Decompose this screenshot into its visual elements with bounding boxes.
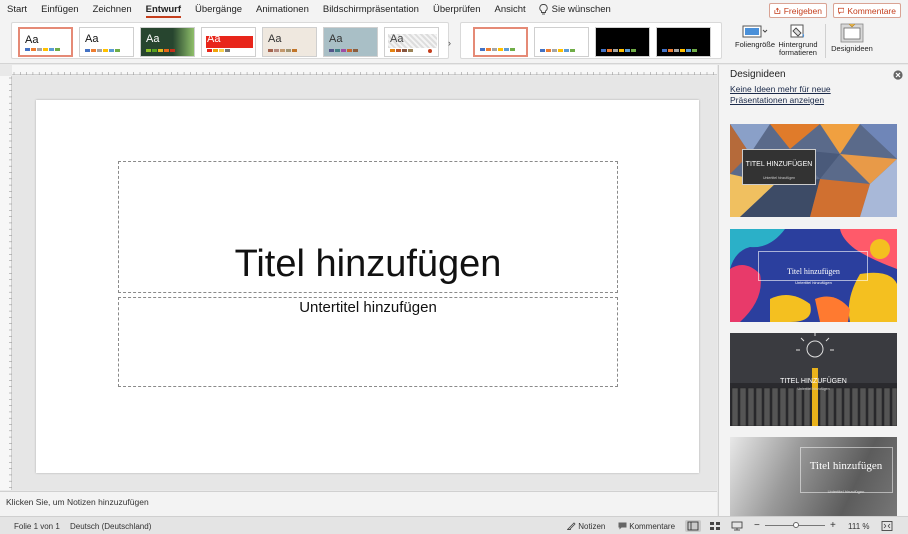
comment-icon — [618, 522, 627, 530]
fit-to-window-button[interactable] — [879, 520, 895, 532]
design-idea-1[interactable]: TITEL HINZUFÜGEN Untertitel hinzufügen — [730, 124, 897, 217]
zoom-in-button[interactable]: + — [830, 520, 836, 531]
design-idea-3[interactable]: TITEL HINZUFÜGEN Untertitel hinzufügen — [730, 333, 897, 426]
normal-view-icon — [687, 521, 699, 531]
variant-gallery — [460, 22, 722, 59]
slide-counter: Folie 1 von 1 — [14, 522, 60, 531]
variant-3[interactable] — [595, 27, 650, 57]
lightbulb-icon — [539, 4, 548, 15]
title-placeholder[interactable]: Titel hinzufügen — [118, 161, 618, 293]
variant-1[interactable] — [473, 27, 528, 57]
language-indicator[interactable]: Deutsch (Deutschland) — [70, 522, 151, 531]
zoom-slider-thumb[interactable] — [793, 522, 799, 528]
design-ideas-icon — [840, 23, 864, 43]
fit-window-icon — [881, 521, 893, 531]
tab-entwurf[interactable]: Entwurf — [139, 0, 188, 19]
theme-ion[interactable]: Aa — [262, 27, 317, 57]
design-idea-2[interactable]: Titel hinzufügen Untertitel hinzufügen — [730, 229, 897, 322]
idea-3-title: TITEL HINZUFÜGEN — [780, 378, 847, 385]
ribbon-design: Aa Aa Aa Aa Aa Aa Aa › Foliengröße Hinte… — [0, 19, 908, 64]
gallery-next-icon[interactable]: › — [448, 38, 451, 48]
slide-sorter-icon — [710, 522, 720, 530]
idea-4-title: Titel hinzufügen — [809, 460, 883, 472]
tab-ueberpruefen[interactable]: Überprüfen — [426, 0, 488, 19]
subtitle-placeholder[interactable]: Untertitel hinzufügen — [118, 297, 618, 387]
reading-view-button[interactable] — [729, 520, 745, 532]
tab-einfuegen[interactable]: Einfügen — [34, 0, 86, 19]
variant-4[interactable] — [656, 27, 711, 57]
zoom-level[interactable]: 111 % — [848, 522, 870, 531]
vertical-ruler[interactable] — [0, 76, 12, 490]
notes-toggle[interactable]: Notizen — [567, 522, 605, 531]
theme-integral[interactable]: Aa — [201, 27, 256, 57]
slide-subtitle: Untertitel hinzufügen — [299, 299, 437, 316]
notes-icon — [567, 522, 576, 531]
theme-facet[interactable]: Aa — [140, 27, 195, 57]
no-ideas-link[interactable]: Keine Ideen mehr für neue Präsentationen… — [730, 84, 890, 106]
comments-toggle[interactable]: Kommentare — [618, 522, 675, 531]
tab-animationen[interactable]: Animationen — [249, 0, 316, 19]
reading-view-icon — [731, 521, 743, 531]
design-ideas-button[interactable]: Designideen — [830, 23, 874, 53]
theme-office[interactable]: Aa — [18, 27, 73, 57]
tab-uebergaenge[interactable]: Übergänge — [188, 0, 249, 19]
comments-button[interactable]: Kommentare — [833, 3, 901, 18]
slide-size-icon — [742, 25, 768, 38]
idea-1-title: TITEL HINZUFÜGEN — [745, 161, 813, 168]
slide-sorter-button[interactable] — [707, 520, 723, 532]
horizontal-ruler[interactable] — [12, 65, 717, 75]
tell-me-label: Sie wünschen — [551, 4, 611, 15]
pane-title: Designideen — [730, 69, 786, 80]
tab-zeichnen[interactable]: Zeichnen — [86, 0, 139, 19]
share-icon — [774, 7, 781, 14]
status-bar: Folie 1 von 1 Deutsch (Deutschland) Noti… — [0, 516, 908, 534]
design-ideas-pane: Designideen Keine Ideen mehr für neue Pr… — [718, 65, 908, 530]
close-icon[interactable] — [893, 70, 903, 80]
idea-4-subtitle: Untertitel hinzufügen — [827, 489, 865, 494]
slide-title: Titel hinzufügen — [234, 243, 502, 285]
share-button[interactable]: Freigeben — [769, 3, 827, 18]
normal-view-button[interactable] — [685, 520, 701, 532]
zoom-out-button[interactable]: − — [754, 520, 760, 531]
slide[interactable]: Titel hinzufügen Untertitel hinzufügen — [36, 100, 699, 473]
theme-organic[interactable]: Aa — [323, 27, 378, 57]
tab-start[interactable]: Start — [0, 0, 34, 19]
variant-2[interactable] — [534, 27, 589, 57]
slide-size-button[interactable]: Foliengröße — [735, 23, 775, 49]
tell-me-box[interactable]: Sie wünschen — [539, 4, 611, 15]
idea-2-subtitle: Untertitel hinzufügen — [795, 280, 832, 285]
tab-bildschirmpraesentation[interactable]: Bildschirmpräsentation — [316, 0, 426, 19]
idea-1-subtitle: Untertitel hinzufügen — [762, 176, 796, 180]
slide-canvas: Titel hinzufügen Untertitel hinzufügen — [12, 76, 717, 490]
tab-ansicht[interactable]: Ansicht — [488, 0, 533, 19]
idea-3-subtitle: Untertitel hinzufügen — [797, 387, 830, 391]
idea-2-title: Titel hinzufügen — [787, 267, 840, 276]
comment-icon — [838, 7, 845, 15]
format-background-icon — [790, 24, 805, 38]
notes-pane[interactable]: Klicken Sie, um Notizen hinzuzufügen — [0, 491, 717, 516]
format-background-button[interactable]: Hintergrund formatieren — [776, 23, 820, 57]
theme-office-2[interactable]: Aa — [79, 27, 134, 57]
theme-retrospect[interactable]: Aa — [384, 27, 439, 57]
ribbon-separator — [825, 24, 826, 58]
theme-gallery: Aa Aa Aa Aa Aa Aa Aa › — [11, 22, 451, 59]
notes-placeholder: Klicken Sie, um Notizen hinzuzufügen — [6, 497, 149, 507]
